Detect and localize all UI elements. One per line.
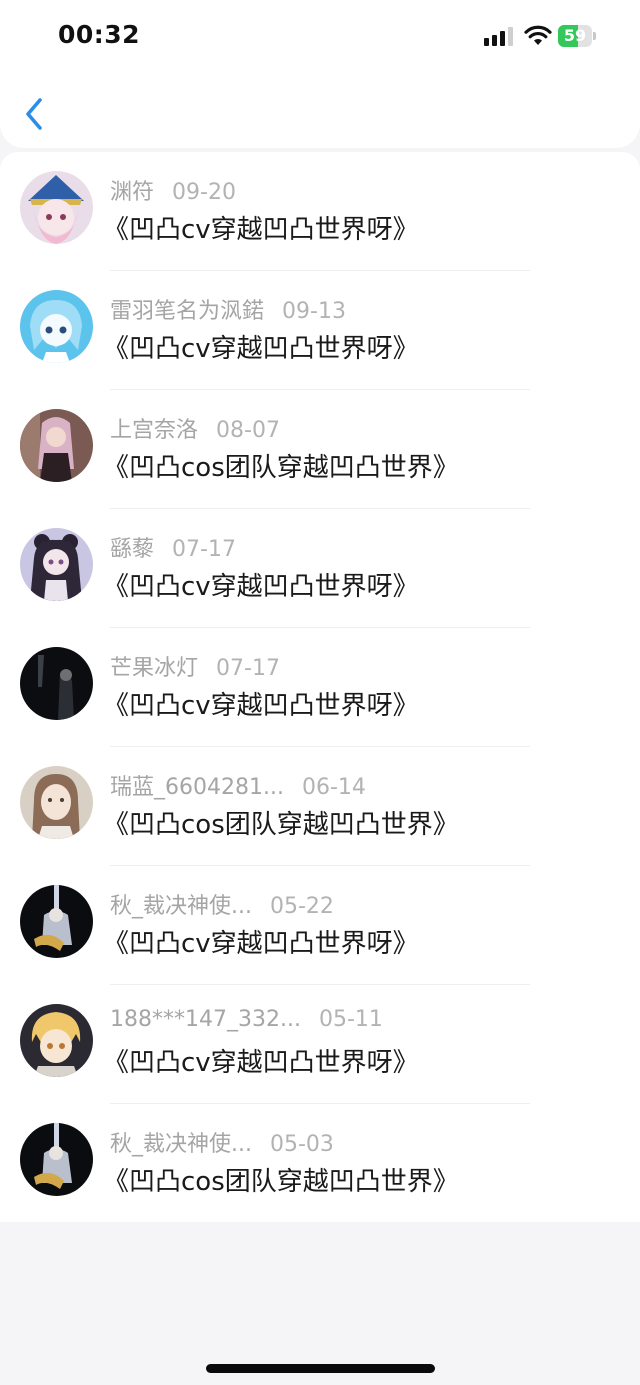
item-date: 08-07 bbox=[216, 418, 280, 443]
avatar[interactable] bbox=[20, 409, 93, 482]
avatar[interactable] bbox=[20, 766, 93, 839]
username: 188***147_332... bbox=[110, 1007, 301, 1032]
item-meta: 繇藜 07-17 bbox=[110, 531, 236, 563]
list-item[interactable]: 芒果冰灯 07-17 《凹凸cv穿越凹凸世界呀》 bbox=[0, 628, 640, 747]
battery-indicator: 59 bbox=[558, 25, 598, 47]
item-meta: 秋_裁决神使... 05-03 bbox=[110, 1126, 334, 1158]
item-meta: 秋_裁决神使... 05-22 bbox=[110, 888, 334, 920]
item-date: 09-20 bbox=[172, 180, 236, 205]
item-title[interactable]: 《凹凸cv穿越凹凸世界呀》 bbox=[103, 328, 419, 365]
item-title[interactable]: 《凹凸cv穿越凹凸世界呀》 bbox=[103, 1042, 419, 1079]
item-date: 05-03 bbox=[269, 1132, 334, 1157]
item-date: 07-17 bbox=[172, 537, 236, 562]
username: 瑞蓝_6604281... bbox=[110, 775, 284, 800]
username: 上宫奈洛 bbox=[110, 418, 199, 443]
history-list: 渊符 09-20 《凹凸cv穿越凹凸世界呀》 雷羽笔名为沨鍩 09-13 《凹凸cv… bbox=[0, 152, 640, 1222]
item-title[interactable]: 《凹凸cv穿越凹凸世界呀》 bbox=[103, 209, 419, 246]
item-meta: 上宫奈洛 08-07 bbox=[110, 412, 280, 444]
item-meta: 瑞蓝_6604281... 06-14 bbox=[110, 769, 366, 801]
username: 芒果冰灯 bbox=[110, 656, 199, 681]
item-date: 07-17 bbox=[216, 656, 280, 681]
item-title[interactable]: 《凹凸cos团队穿越凹凸世界》 bbox=[103, 804, 459, 841]
username: 秋_裁决神使... bbox=[110, 894, 252, 919]
battery-tip bbox=[593, 32, 596, 40]
item-meta: 芒果冰灯 07-17 bbox=[110, 650, 280, 682]
item-date: 05-11 bbox=[318, 1007, 383, 1032]
item-title[interactable]: 《凹凸cv穿越凹凸世界呀》 bbox=[103, 566, 419, 603]
item-title[interactable]: 《凹凸cos团队穿越凹凸世界》 bbox=[103, 1161, 459, 1198]
username: 秋_裁决神使... bbox=[110, 1132, 252, 1157]
list-item[interactable]: 秋_裁决神使... 05-03 《凹凸cos团队穿越凹凸世界》 bbox=[0, 1104, 640, 1223]
avatar[interactable] bbox=[20, 528, 93, 601]
list-item[interactable]: 渊符 09-20 《凹凸cv穿越凹凸世界呀》 bbox=[0, 152, 640, 271]
item-meta: 渊符 09-20 bbox=[110, 174, 236, 206]
list-item[interactable]: 繇藜 07-17 《凹凸cv穿越凹凸世界呀》 bbox=[0, 509, 640, 628]
list-item[interactable]: 瑞蓝_6604281... 06-14 《凹凸cos团队穿越凹凸世界》 bbox=[0, 747, 640, 866]
list-item[interactable]: 188***147_332... 05-11 《凹凸cv穿越凹凸世界呀》 bbox=[0, 985, 640, 1104]
wifi-icon bbox=[523, 24, 553, 46]
item-meta: 雷羽笔名为沨鍩 09-13 bbox=[110, 293, 346, 325]
chevron-left-icon bbox=[26, 98, 42, 130]
back-button[interactable] bbox=[14, 90, 54, 138]
item-meta: 188***147_332... 05-11 bbox=[110, 1007, 383, 1032]
avatar[interactable] bbox=[20, 290, 93, 363]
username: 雷羽笔名为沨鍩 bbox=[110, 299, 265, 324]
item-title[interactable]: 《凹凸cv穿越凹凸世界呀》 bbox=[103, 923, 419, 960]
item-title[interactable]: 《凹凸cos团队穿越凹凸世界》 bbox=[103, 447, 459, 484]
list-item[interactable]: 秋_裁决神使... 05-22 《凹凸cv穿越凹凸世界呀》 bbox=[0, 866, 640, 985]
battery-percent: 59 bbox=[563, 26, 587, 45]
status-time: 00:32 bbox=[58, 20, 141, 49]
username: 渊符 bbox=[110, 180, 155, 205]
avatar[interactable] bbox=[20, 885, 93, 958]
item-date: 05-22 bbox=[269, 894, 334, 919]
avatar[interactable] bbox=[20, 171, 93, 244]
home-indicator[interactable] bbox=[206, 1364, 435, 1373]
list-item[interactable]: 雷羽笔名为沨鍩 09-13 《凹凸cv穿越凹凸世界呀》 bbox=[0, 271, 640, 390]
avatar[interactable] bbox=[20, 1123, 93, 1196]
item-date: 09-13 bbox=[282, 299, 346, 324]
item-title[interactable]: 《凹凸cv穿越凹凸世界呀》 bbox=[103, 685, 419, 722]
list-item[interactable]: 上宫奈洛 08-07 《凹凸cos团队穿越凹凸世界》 bbox=[0, 390, 640, 509]
top-header: 00:32 59 bbox=[0, 0, 640, 148]
cellular-signal-icon bbox=[484, 26, 516, 46]
username: 繇藜 bbox=[110, 537, 155, 562]
avatar[interactable] bbox=[20, 647, 93, 720]
avatar[interactable] bbox=[20, 1004, 93, 1077]
item-date: 06-14 bbox=[301, 775, 366, 800]
